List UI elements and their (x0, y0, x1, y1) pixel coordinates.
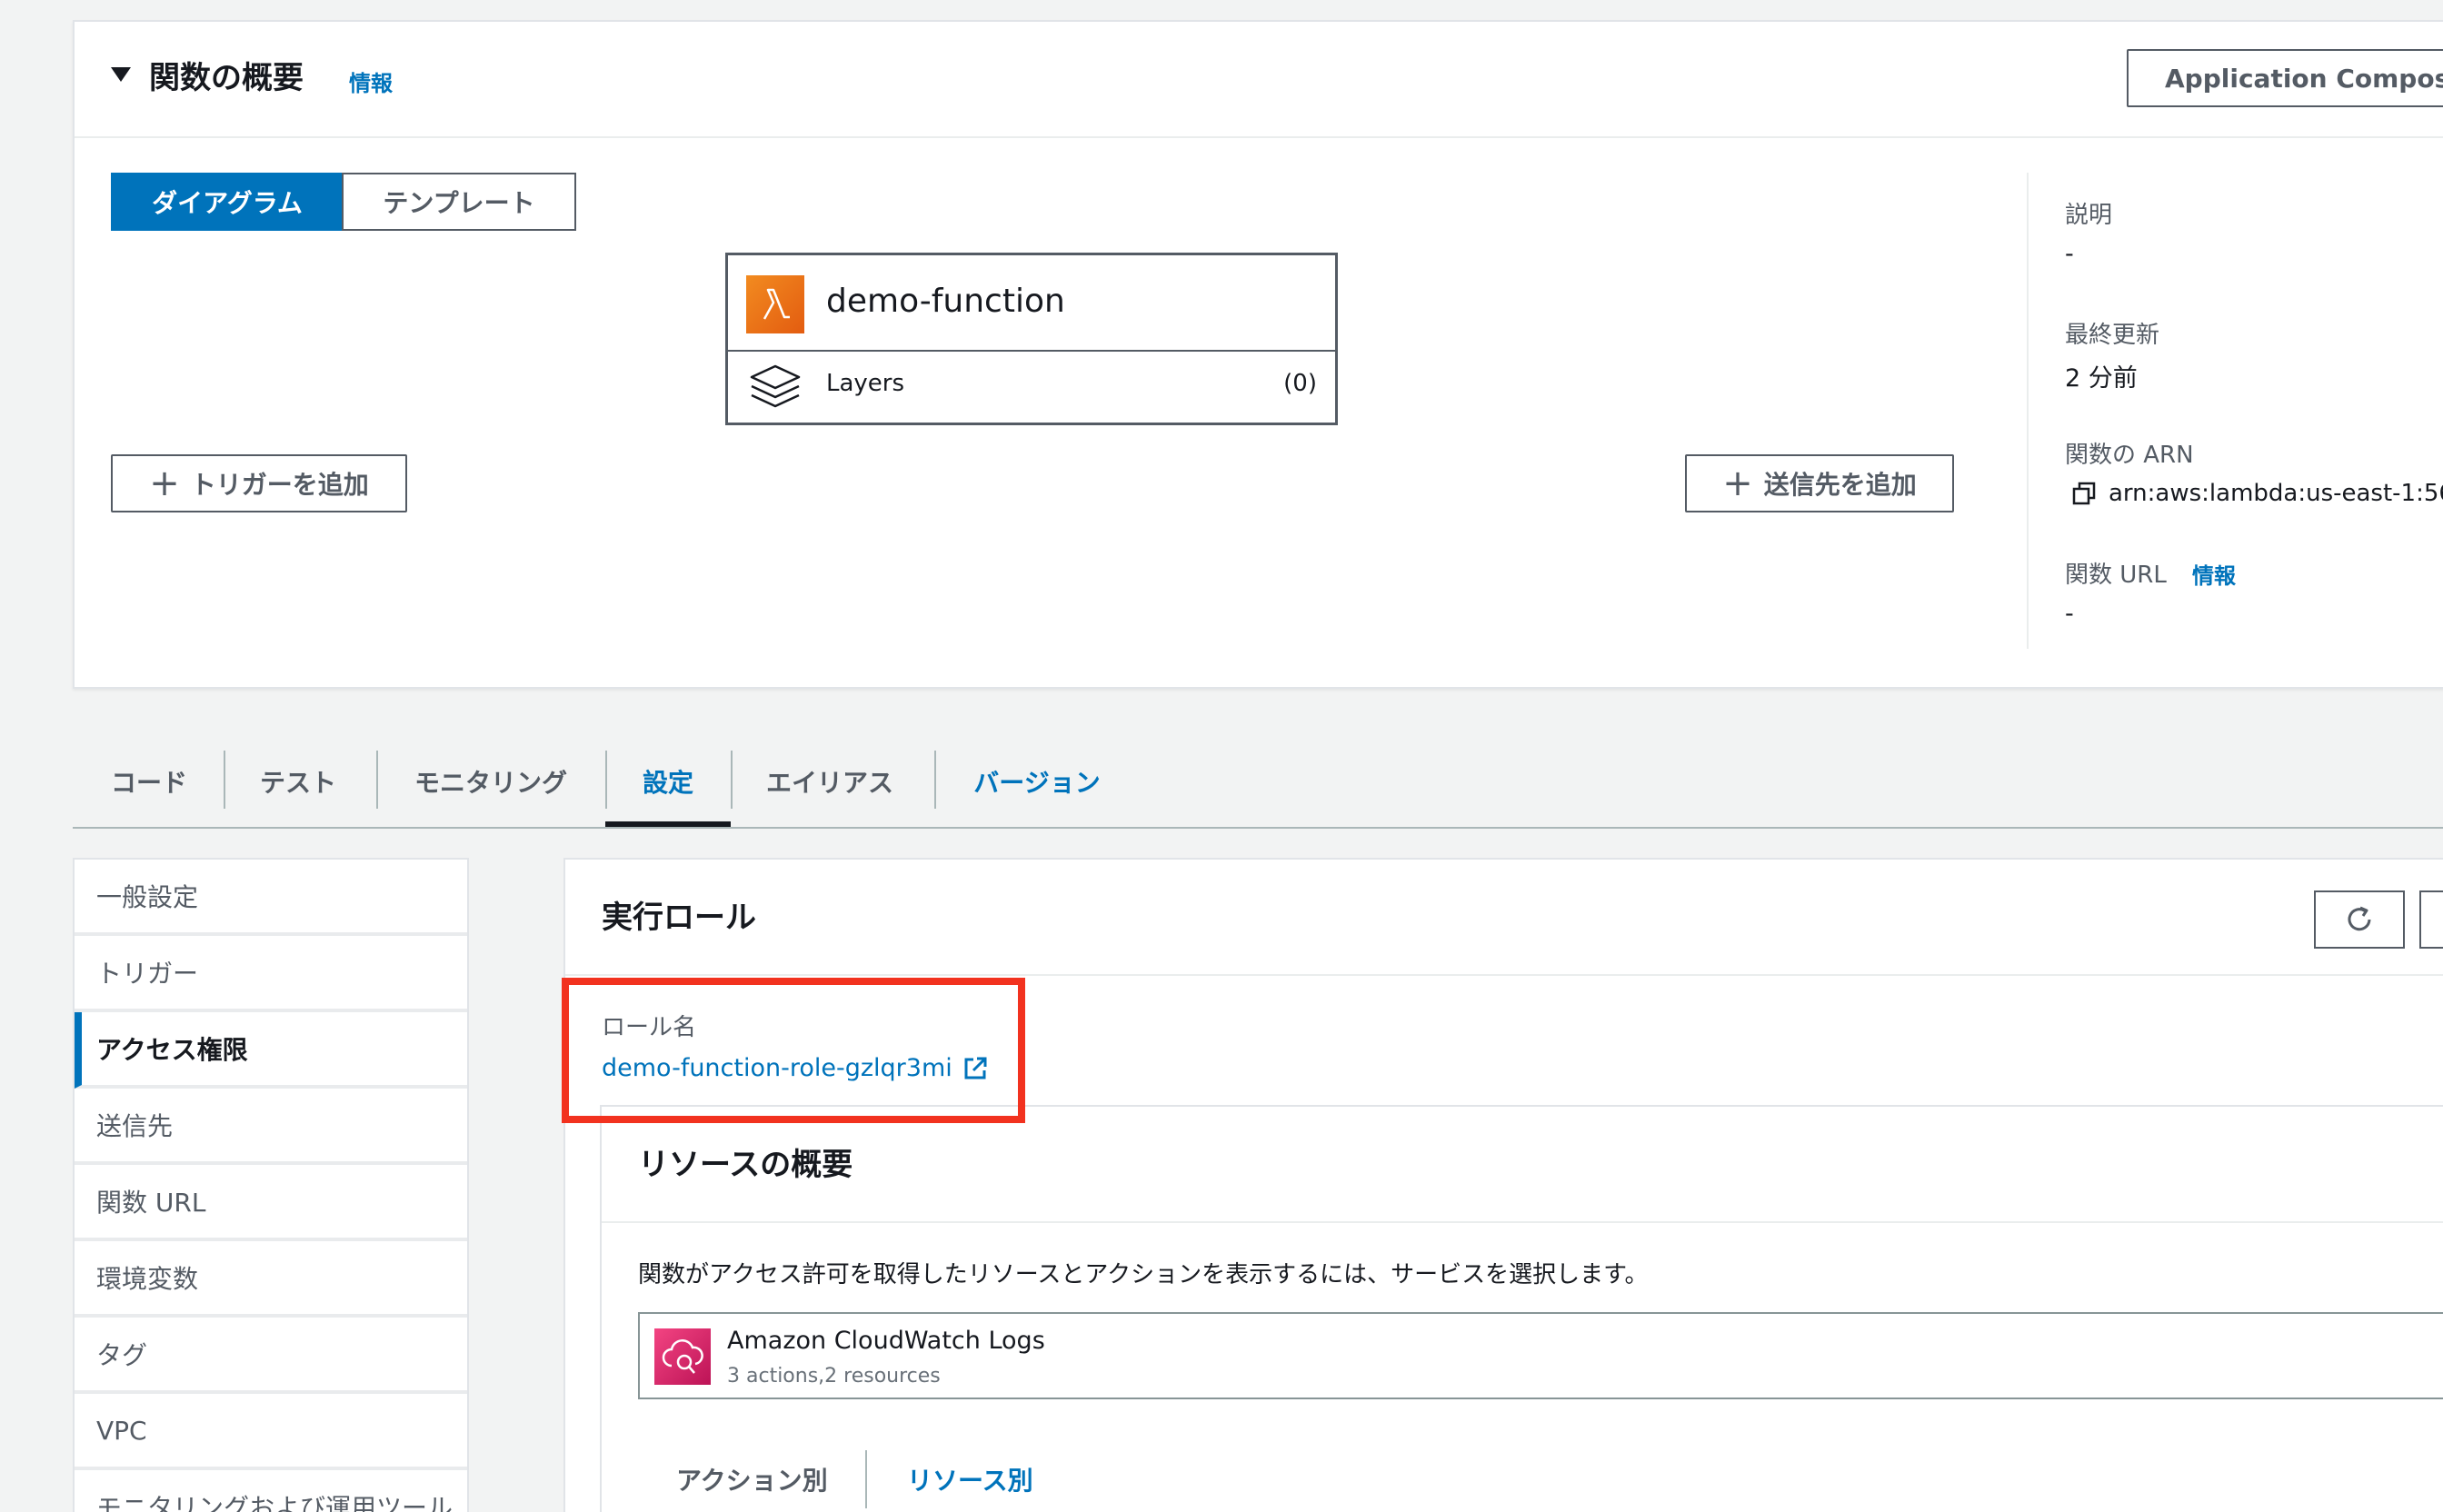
function-name: demo-function (826, 283, 1065, 320)
function-overview-panel: 関数の概要 情報 Application Composer ダイアグラム テンプ… (73, 20, 2443, 689)
edit-button[interactable] (2419, 890, 2443, 949)
sidenav-item-permissions[interactable]: アクセス権限 (75, 1012, 467, 1089)
function-tabs: コード テスト モニタリング 設定 エイリアス バージョン (73, 734, 2443, 829)
add-trigger-button[interactable]: + トリガーを追加 (111, 454, 407, 512)
last-modified-value: 2 分前 (2065, 364, 2138, 393)
function-card[interactable]: demo-function Layers (0) (725, 253, 1338, 425)
tab-separator (224, 751, 225, 809)
tab-test[interactable]: テスト (254, 734, 342, 829)
sidenav-item-tags[interactable]: タグ (75, 1318, 467, 1394)
sidenav-item-general[interactable]: 一般設定 (75, 860, 467, 936)
application-composer-button[interactable]: Application Composer (2127, 49, 2443, 107)
layers-count: (0) (1283, 370, 1317, 397)
collapse-caret-icon[interactable] (111, 67, 131, 82)
function-url-value: - (2065, 600, 2074, 628)
execution-role-header: 実行ロール (565, 860, 2443, 976)
subtab-by-resource[interactable]: リソース別 (907, 1461, 1033, 1497)
lambda-icon (746, 275, 804, 333)
add-destination-button[interactable]: + 送信先を追加 (1685, 454, 1954, 512)
tab-aliases[interactable]: エイリアス (763, 734, 896, 829)
resource-summary-header: リソースの概要 (602, 1107, 2443, 1223)
sidenav-item-monitoring-tools[interactable]: モニタリングおよび運用ツール (75, 1470, 467, 1512)
sidenav-item-destinations[interactable]: 送信先 (75, 1089, 467, 1165)
function-url-label: 関数 URL (2065, 562, 2167, 589)
tab-separator (934, 751, 936, 809)
last-modified-label: 最終更新 (2065, 322, 2160, 349)
resource-summary-description: 関数がアクセス許可を取得したリソースとアクションを表示するには、サービスを選択し… (638, 1261, 1649, 1288)
configuration-sidenav: 一般設定 トリガー アクセス権限 送信先 関数 URL 環境変数 タグ VPC … (73, 858, 469, 1512)
overview-header: 関数の概要 情報 Application Composer (75, 22, 2443, 138)
sidenav-item-function-url[interactable]: 関数 URL (75, 1165, 467, 1241)
layers-icon (750, 364, 801, 408)
function-url-info-link[interactable]: 情報 (2192, 558, 2236, 590)
meta-divider (2027, 173, 2029, 649)
refresh-icon (2348, 906, 2371, 931)
active-tab-indicator (605, 821, 731, 827)
copy-icon[interactable] (2072, 482, 2098, 511)
resource-summary-panel: リソースの概要 関数がアクセス許可を取得したリソースとアクションを表示するには、… (600, 1105, 2443, 1512)
segment-template[interactable]: テンプレート (342, 173, 576, 231)
tab-monitoring[interactable]: モニタリング (409, 734, 573, 829)
segment-diagram[interactable]: ダイアグラム (111, 173, 344, 231)
service-name: Amazon CloudWatch Logs (727, 1327, 1045, 1355)
function-arn-label: 関数の ARN (2065, 442, 2194, 469)
plus-icon: + (149, 463, 180, 504)
service-selector[interactable]: Amazon CloudWatch Logs 3 actions,2 resou… (638, 1312, 2443, 1399)
service-summary: 3 actions,2 resources (727, 1365, 941, 1388)
tab-settings[interactable]: 設定 (618, 734, 718, 829)
function-card-header: demo-function (728, 255, 1335, 352)
description-label: 説明 (2065, 202, 2113, 229)
sidenav-item-triggers[interactable]: トリガー (75, 936, 467, 1012)
tab-separator (605, 751, 607, 809)
execution-role-title: 実行ロール (602, 900, 756, 936)
description-value: - (2065, 240, 2074, 268)
subtab-by-action[interactable]: アクション別 (676, 1461, 828, 1497)
cloudwatch-logs-icon (654, 1328, 711, 1385)
tab-versions[interactable]: バージョン (969, 734, 1105, 829)
sidenav-item-vpc[interactable]: VPC (75, 1394, 467, 1470)
add-destination-label: 送信先を追加 (1763, 470, 1917, 500)
function-arn-value: arn:aws:lambda:us-east-1:56 (2109, 480, 2443, 507)
overview-title: 関数の概要 (149, 60, 304, 96)
tab-separator (376, 751, 378, 809)
sidenav-item-env-vars[interactable]: 環境変数 (75, 1241, 467, 1318)
plus-icon: + (1722, 463, 1753, 504)
subtab-separator (865, 1450, 867, 1508)
highlight-box (562, 978, 1025, 1123)
refresh-button[interactable] (2314, 890, 2405, 949)
tab-separator (731, 751, 733, 809)
add-trigger-label: トリガーを追加 (190, 470, 369, 500)
tab-code[interactable]: コード (109, 734, 189, 829)
overview-info-link[interactable]: 情報 (349, 65, 393, 97)
layers-label[interactable]: Layers (826, 370, 904, 397)
resource-summary-title: リソースの概要 (638, 1147, 853, 1183)
